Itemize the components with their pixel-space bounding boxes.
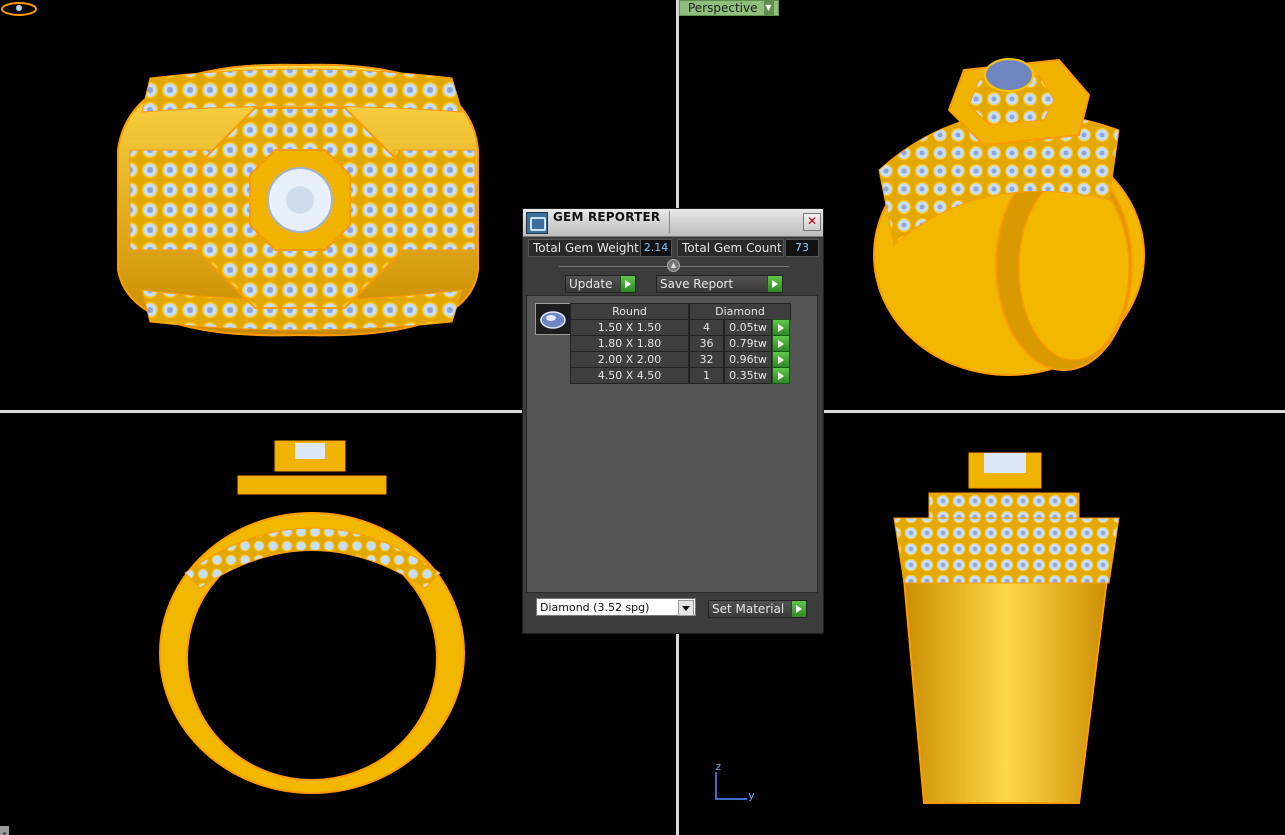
shape-column-header: Round — [570, 303, 689, 320]
gem-weight-cell: 0.96tw — [724, 351, 772, 368]
play-arrow-icon — [620, 276, 635, 292]
material-dropdown[interactable]: Diamond (3.52 spg) — [536, 598, 696, 616]
set-material-button-label: Set Material — [712, 602, 785, 616]
mini-ring-icon — [1, 2, 37, 16]
close-icon[interactable]: ✕ — [803, 213, 821, 231]
select-row-arrow-icon[interactable] — [772, 351, 790, 368]
gem-count-cell: 1 — [689, 367, 724, 384]
splitter-collapse-icon[interactable]: ▲ — [667, 259, 680, 272]
set-material-button[interactable]: Set Material — [708, 600, 807, 618]
update-button-label: Update — [569, 277, 613, 291]
save-report-button[interactable]: Save Report — [656, 275, 783, 293]
gem-weight-cell: 0.35tw — [724, 367, 772, 384]
gem-reporter-panel: GEM REPORTER ✕ Total Gem Weight 2.14 Tot… — [522, 208, 824, 634]
total-gem-count-label: Total Gem Count — [677, 239, 784, 257]
titlebar-separator — [669, 211, 670, 233]
total-gem-weight-label: Total Gem Weight — [528, 239, 641, 257]
gem-size-cell: 1.80 X 1.80 — [570, 335, 689, 352]
material-dropdown-value: Diamond (3.52 spg) — [540, 601, 650, 614]
viewport-menu-button[interactable]: ▾ — [0, 826, 9, 835]
material-column-header: Diamond — [689, 303, 791, 320]
select-row-arrow-icon[interactable] — [772, 367, 790, 384]
axis-z-line — [715, 772, 717, 800]
gem-weight-cell: 0.05tw — [724, 319, 772, 336]
gem-reporter-title: GEM REPORTER — [553, 210, 661, 224]
chevron-down-icon[interactable] — [678, 600, 694, 616]
gem-list: Round Diamond 1.50 X 1.50 4 0.05tw 1.80 … — [526, 295, 818, 593]
play-arrow-icon — [767, 276, 782, 292]
play-arrow-icon — [791, 601, 806, 617]
gem-reporter-titlebar[interactable]: GEM REPORTER ✕ — [523, 209, 823, 237]
gem-count-cell: 4 — [689, 319, 724, 336]
total-gem-count-value: 73 — [785, 239, 819, 257]
gem-weight-cell: 0.79tw — [724, 335, 772, 352]
axis-y-line — [715, 798, 747, 800]
gem-size-cell: 2.00 X 2.00 — [570, 351, 689, 368]
axis-indicator: z y — [710, 760, 760, 805]
gem-size-cell: 1.50 X 1.50 — [570, 319, 689, 336]
select-row-arrow-icon[interactable] — [772, 319, 790, 336]
gem-size-cell: 4.50 X 4.50 — [570, 367, 689, 384]
round-gem-icon[interactable] — [535, 303, 571, 335]
gem-count-cell: 32 — [689, 351, 724, 368]
chevron-down-icon[interactable]: ▼ — [763, 1, 774, 15]
update-button[interactable]: Update — [565, 275, 636, 293]
save-report-button-label: Save Report — [660, 277, 734, 291]
select-row-arrow-icon[interactable] — [772, 335, 790, 352]
perspective-label-text: Perspective — [688, 1, 758, 15]
axis-y-label: y — [748, 789, 755, 802]
gem-count-cell: 36 — [689, 335, 724, 352]
perspective-view-label[interactable]: Perspective ▼ — [679, 0, 779, 16]
total-gem-weight-value: 2.14 — [640, 239, 672, 257]
gem-reporter-icon — [526, 212, 548, 234]
